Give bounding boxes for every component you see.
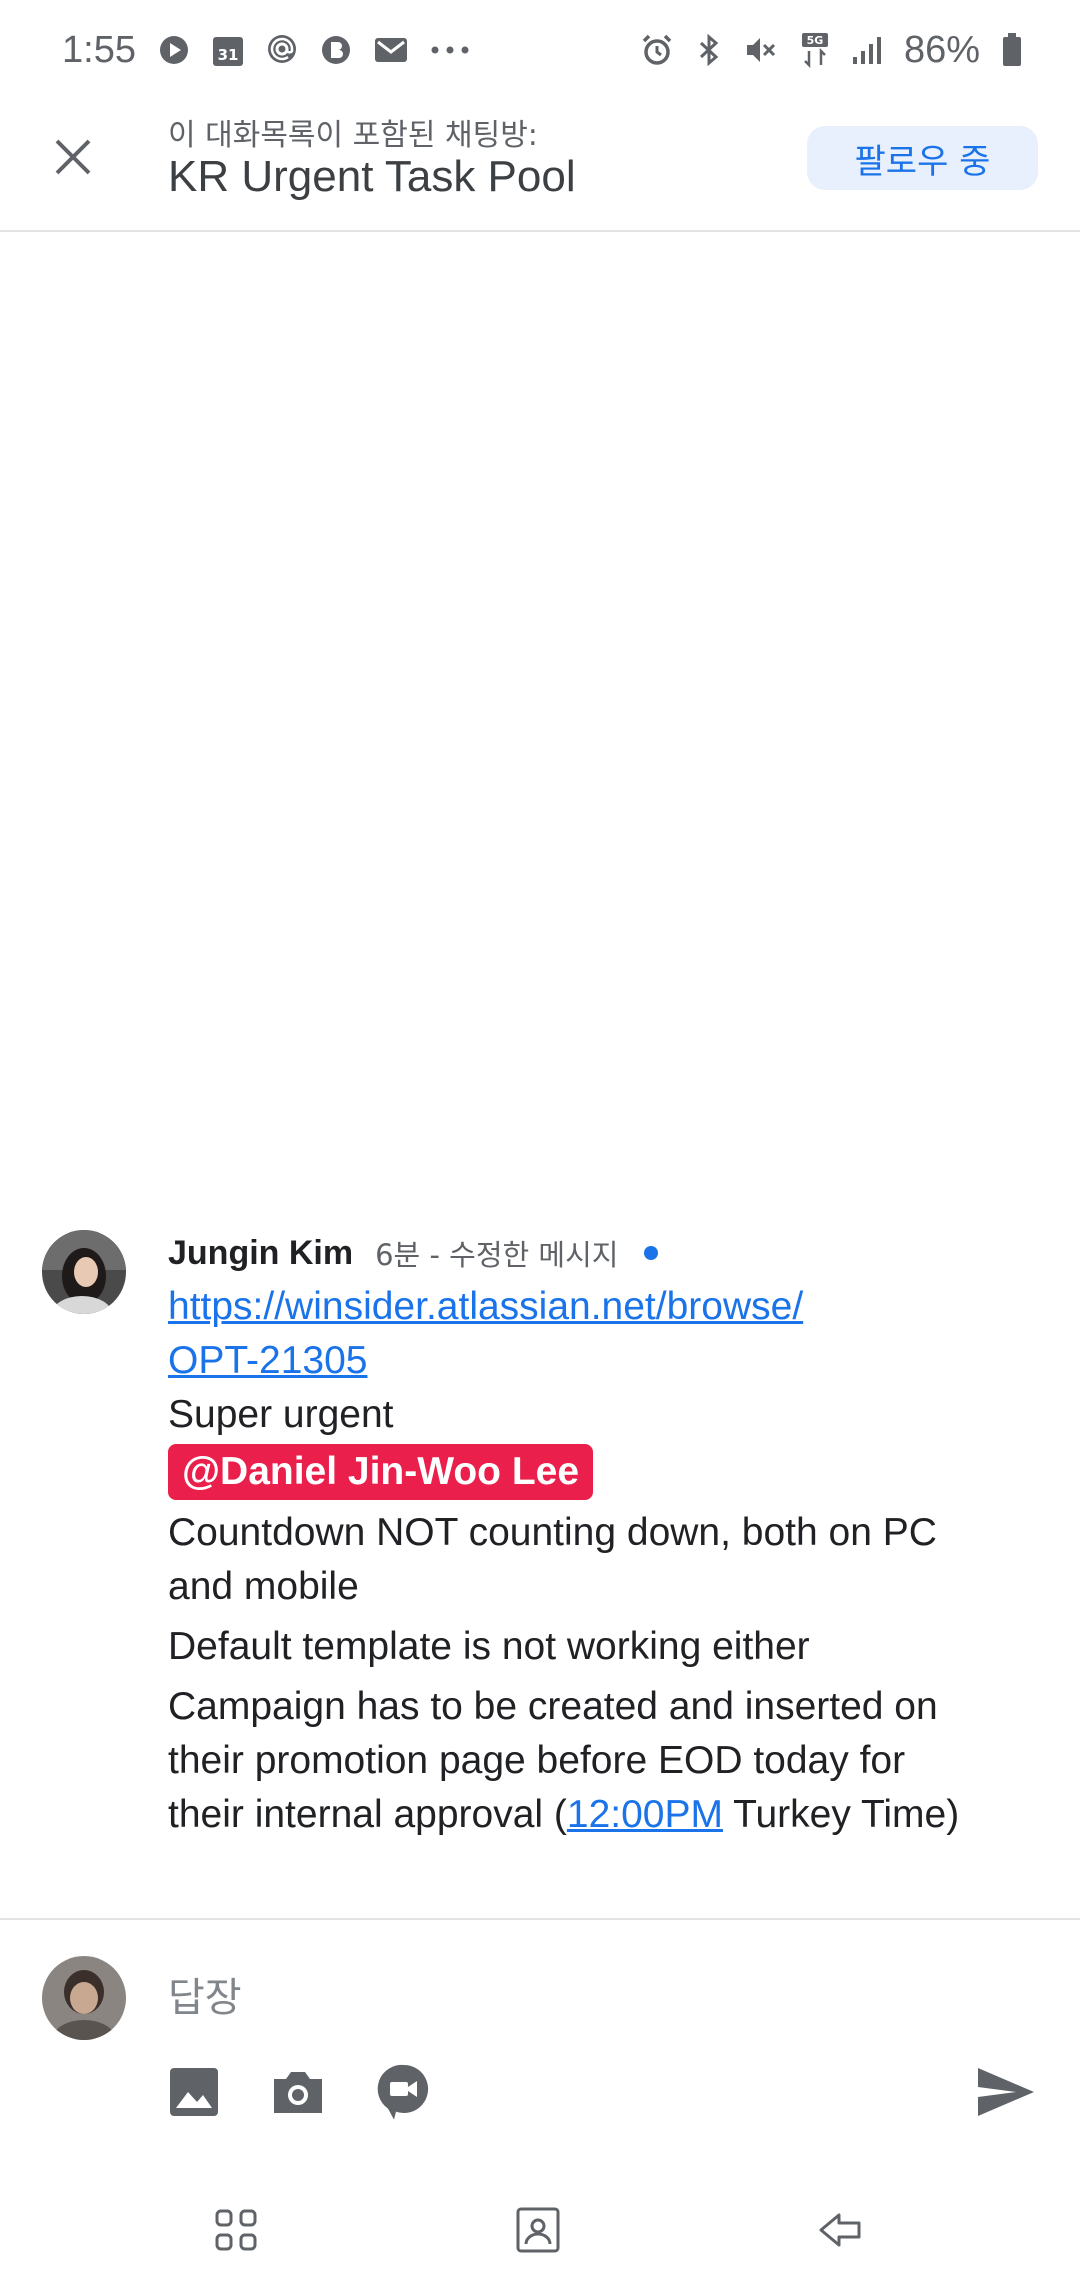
send-button[interactable] <box>970 2056 1042 2128</box>
status-time: 1:55 <box>62 28 136 71</box>
following-button[interactable]: 팔로우 중 <box>807 126 1038 190</box>
gmail-icon <box>374 36 408 64</box>
link-url[interactable]: https://winsider.atlassian.net/browse/ <box>168 1285 803 1328</box>
time-link[interactable]: 12:00PM <box>567 1793 723 1836</box>
link-url-cont[interactable]: OPT-21305 <box>168 1339 367 1382</box>
play-icon <box>158 34 190 66</box>
image-button[interactable] <box>158 2056 230 2128</box>
header-subtitle: 이 대화목록이 포함된 채팅방: <box>168 118 538 153</box>
calendar-day: 31 <box>218 46 239 64</box>
close-icon <box>55 139 91 175</box>
system-nav-bar <box>0 2180 1080 2280</box>
back-icon <box>819 2213 861 2247</box>
at-icon <box>266 34 298 66</box>
text-line: Countdown NOT counting down, both on PC <box>168 1511 937 1554</box>
close-button[interactable] <box>40 124 106 190</box>
send-icon <box>978 2068 1034 2116</box>
my-avatar <box>42 1956 126 2040</box>
chat-header: 이 대화목록이 포함된 채팅방: KR Urgent Task Pool 팔로우… <box>0 100 1080 232</box>
more-icon <box>430 45 470 55</box>
chat-room-title: KR Urgent Task Pool <box>168 152 576 201</box>
bluetooth-icon <box>696 33 722 67</box>
message-meta: 6분 - 수정한 메시지 <box>375 1238 619 1272</box>
message-body: https://winsider.atlassian.net/browse/ O… <box>168 1280 1048 1842</box>
text-line: and mobile <box>168 1565 359 1608</box>
b-app-icon <box>320 34 352 66</box>
text-line-with-time: their internal approval (12:00PM Turkey … <box>168 1788 1048 1842</box>
recents-icon <box>215 2209 257 2251</box>
network-label: 5G <box>807 34 824 47</box>
back-button[interactable] <box>808 2198 872 2262</box>
signal-icon <box>852 35 882 65</box>
online-indicator <box>644 1246 659 1260</box>
recents-button[interactable] <box>204 2198 268 2262</box>
home-button[interactable] <box>506 2198 570 2262</box>
video-meet-button[interactable] <box>368 2056 440 2128</box>
text-line: Super urgent <box>168 1393 394 1436</box>
home-icon <box>516 2207 560 2253</box>
text-line: their promotion page before EOD today fo… <box>168 1739 906 1782</box>
sender-name[interactable]: Jungin Kim <box>168 1234 353 1273</box>
camera-button[interactable] <box>262 2056 334 2128</box>
alarm-icon <box>640 33 674 67</box>
image-icon <box>170 2068 218 2116</box>
video-meet-icon <box>377 2064 429 2120</box>
mention-chip[interactable]: @Daniel Jin-Woo Lee <box>168 1444 594 1500</box>
camera-icon <box>274 2072 322 2113</box>
battery-percent: 86% <box>903 28 980 71</box>
battery-icon <box>1002 33 1022 67</box>
reply-input[interactable] <box>168 1962 768 2034</box>
status-bar: 1:55 31 5G 86% <box>0 0 1080 100</box>
text-line: Campaign has to be created and inserted … <box>168 1685 938 1728</box>
5g-icon: 5G <box>800 32 830 68</box>
mute-icon <box>744 33 778 67</box>
text-fragment: Turkey Time) <box>722 1793 960 1836</box>
avatar[interactable] <box>42 1230 126 1314</box>
divider <box>0 1918 1080 1920</box>
calendar-icon: 31 <box>212 33 244 67</box>
text-line: Default template is not working either <box>168 1625 810 1668</box>
text-fragment: their internal approval ( <box>168 1793 567 1836</box>
